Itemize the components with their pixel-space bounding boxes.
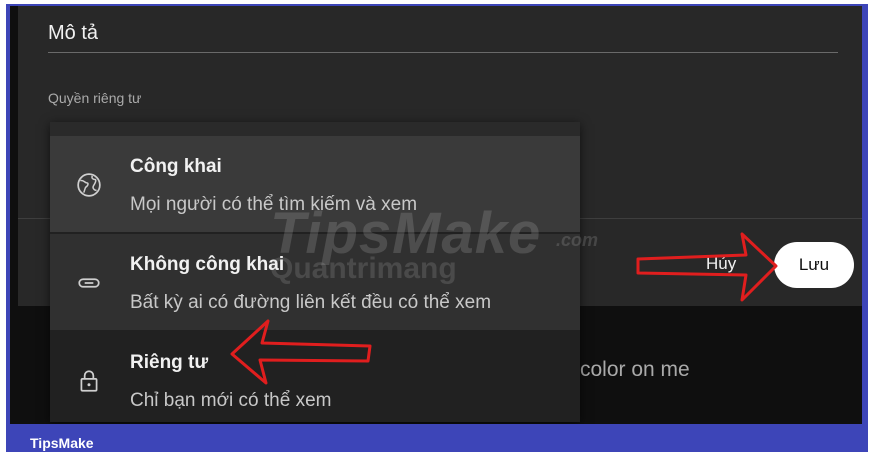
background-partial-text: color on me <box>580 358 690 381</box>
privacy-option-private[interactable]: Riêng tư Chỉ bạn mới có thể xem <box>50 332 580 422</box>
cancel-button[interactable]: Hủy <box>706 254 736 274</box>
privacy-option-public[interactable]: Công khai Mọi người có thể tìm kiếm và x… <box>50 136 580 232</box>
link-icon <box>78 278 100 288</box>
screenshot-frame: color on me Mô tả Quyền riêng tư Hủy Lưu… <box>6 4 868 452</box>
footer-brand: TipsMake <box>30 435 94 451</box>
privacy-option-title: Riêng tư <box>130 352 209 373</box>
privacy-option-title: Công khai <box>130 156 222 177</box>
privacy-option-description: Bất kỳ ai có đường liên kết đều có thể x… <box>130 292 492 313</box>
save-button[interactable]: Lưu <box>774 242 854 288</box>
privacy-option-description: Chỉ bạn mới có thể xem <box>130 390 332 411</box>
privacy-dropdown-menu: Công khai Mọi người có thể tìm kiếm và x… <box>50 122 580 422</box>
privacy-label: Quyền riêng tư <box>48 90 142 106</box>
privacy-option-unlisted[interactable]: Không công khai Bất kỳ ai có đường liên … <box>50 234 580 330</box>
privacy-option-description: Mọi người có thể tìm kiếm và xem <box>130 194 418 215</box>
description-field[interactable]: Mô tả <box>48 22 98 45</box>
privacy-option-title: Không công khai <box>130 254 285 275</box>
globe-icon <box>77 173 101 197</box>
lock-icon <box>80 370 98 392</box>
app-screen: color on me Mô tả Quyền riêng tư Hủy Lưu… <box>10 6 862 424</box>
description-underline <box>48 52 838 53</box>
menu-top-strip <box>50 122 580 136</box>
